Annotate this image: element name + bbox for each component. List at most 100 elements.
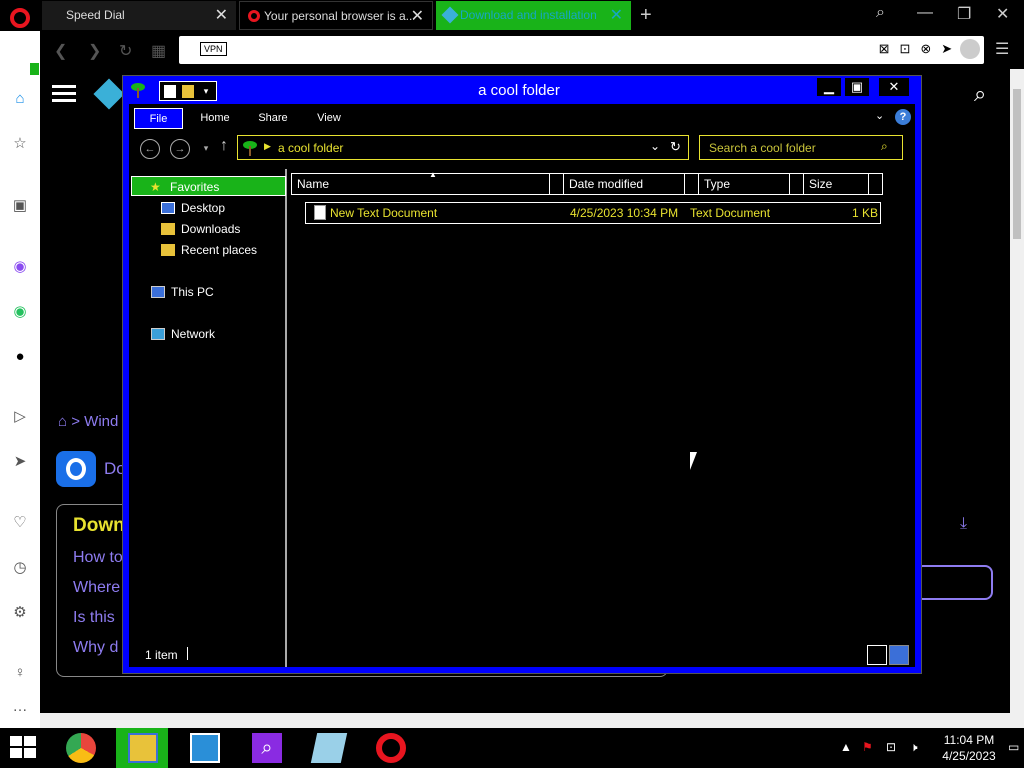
reload-icon[interactable]: ↻	[119, 41, 132, 61]
tab-speed-dial[interactable]: Speed Dial ✕	[42, 1, 236, 30]
tab-view[interactable]: View	[307, 108, 351, 129]
show-hidden-icons-icon[interactable]: ▲	[840, 740, 852, 754]
whatsapp-icon[interactable]: ◉	[10, 302, 30, 322]
network-tray-icon[interactable]: ⊡	[886, 740, 896, 754]
shopping-bag-icon[interactable]: ▣	[10, 196, 30, 216]
nav-item-downloads[interactable]: Downloads	[159, 219, 240, 239]
nav-item-desktop[interactable]: Desktop	[159, 198, 225, 218]
back-arrow-icon[interactable]: ←	[140, 139, 160, 159]
nav-item-recent-places[interactable]: Recent places	[159, 240, 257, 260]
download-icon[interactable]: ⤓	[960, 515, 967, 533]
taskbar-opera[interactable]	[364, 728, 416, 768]
forward-arrow-icon[interactable]: →	[170, 139, 190, 159]
address-dropdown-icon[interactable]: ⌄	[650, 139, 660, 153]
column-date-modified[interactable]: Date modified	[564, 174, 685, 194]
search-icon[interactable]: ⌕	[881, 139, 888, 154]
address-bar[interactable]: ▶ a cool folder ⌄ ↻	[237, 135, 689, 160]
home-icon[interactable]: ⌂	[10, 89, 30, 109]
faq-question[interactable]: Where	[73, 579, 120, 597]
vertical-scrollbar[interactable]	[1010, 69, 1024, 728]
send-icon[interactable]: ➤	[10, 452, 30, 472]
scrollbar-thumb[interactable]	[1013, 89, 1021, 239]
messenger-icon[interactable]: ◉	[10, 257, 30, 277]
new-tab-icon[interactable]: +	[640, 4, 652, 27]
tab-home[interactable]: Home	[193, 108, 237, 129]
nav-item-this-pc[interactable]: This PC	[149, 282, 214, 302]
restore-icon[interactable]: ❐	[957, 4, 971, 24]
minimize-icon[interactable]: —	[917, 4, 933, 22]
column-size[interactable]: Size	[804, 174, 869, 194]
tab-share[interactable]: Share	[251, 108, 295, 129]
tips-bulb-icon[interactable]: ♀	[10, 663, 30, 683]
site-logo[interactable]	[93, 78, 125, 110]
opera-menu-icon[interactable]	[10, 8, 30, 28]
path-chevron-icon[interactable]: ▶	[264, 141, 271, 152]
more-dots-icon[interactable]: …	[10, 697, 30, 717]
help-icon[interactable]: ?	[895, 109, 911, 125]
window-titlebar[interactable]: ▾ a cool folder ▁ ▣ ✕	[123, 76, 921, 104]
recent-locations-icon[interactable]: ▾	[196, 139, 216, 159]
refresh-icon[interactable]: ↻	[670, 139, 681, 155]
nav-item-favorites[interactable]: ★ Favorites	[131, 176, 286, 196]
system-clock[interactable]: 11:04 PM 4/25/2023	[934, 732, 1004, 764]
tab-file[interactable]: File	[134, 108, 183, 129]
app-logo-icon	[56, 451, 96, 487]
close-icon[interactable]: ✕	[610, 1, 623, 30]
url-field[interactable]: VPN ⊠⊡⊗➤◙	[179, 36, 984, 64]
forward-icon[interactable]: ❯	[88, 41, 101, 61]
tab-personal-browser[interactable]: Your personal browser is a... ✕	[239, 1, 433, 30]
expand-ribbon-icon[interactable]: ⌄	[875, 109, 884, 122]
column-name[interactable]: Name	[292, 174, 550, 194]
back-icon[interactable]: ❮	[54, 41, 67, 61]
horizontal-scrollbar[interactable]	[40, 713, 1010, 728]
file-row[interactable]: New Text Document 4/25/2023 10:34 PM Tex…	[305, 202, 881, 224]
close-icon[interactable]: ✕	[411, 2, 424, 29]
close-window-icon[interactable]: ✕	[996, 4, 1009, 24]
tabs-grid-icon[interactable]: ▦	[151, 41, 166, 61]
action-center-flag-icon[interactable]: ⚑	[862, 740, 873, 754]
notifications-icon[interactable]: ▭	[1008, 740, 1019, 754]
nav-item-network[interactable]: Network	[149, 324, 215, 344]
close-button[interactable]: ✕	[879, 78, 909, 96]
faq-question[interactable]: Why d	[73, 639, 118, 657]
hamburger-menu-icon[interactable]	[52, 85, 76, 88]
search-tabs-icon[interactable]: ⌕	[876, 4, 885, 22]
close-icon[interactable]: ✕	[215, 1, 228, 30]
start-button[interactable]	[10, 736, 38, 760]
file-name[interactable]: New Text Document	[330, 203, 437, 223]
breadcrumb[interactable]: ⌂ > Wind	[58, 413, 118, 430]
tiktok-icon[interactable]: ●	[10, 347, 30, 367]
minimize-button[interactable]: ▁	[817, 78, 841, 96]
taskbar-chrome[interactable]	[54, 728, 106, 768]
vpn-badge[interactable]: VPN	[200, 42, 227, 56]
heart-icon[interactable]: ♡	[10, 513, 30, 533]
taskbar-file-explorer[interactable]	[116, 728, 168, 768]
history-clock-icon[interactable]: ◷	[10, 558, 30, 578]
faq-question[interactable]: Is this	[73, 609, 115, 627]
column-type[interactable]: Type	[685, 174, 790, 194]
search-input[interactable]: Search a cool folder ⌕	[699, 135, 903, 160]
taskbar-notepad[interactable]	[302, 728, 354, 768]
taskbar-photos[interactable]	[178, 728, 230, 768]
easy-setup-icon[interactable]: ☰	[995, 39, 1009, 59]
details-view-icon[interactable]	[867, 645, 887, 665]
status-divider	[187, 647, 188, 660]
large-icons-view-icon[interactable]	[889, 645, 909, 665]
faq-question[interactable]: How to	[73, 549, 123, 567]
explorer-body: File Home Share View ⌄ ? ← → ▾ ↑ ▶ a coo…	[129, 104, 915, 667]
settings-gear-icon[interactable]: ⚙	[10, 603, 30, 623]
bookmark-star-icon[interactable]: ☆	[10, 134, 30, 154]
profile-avatar[interactable]	[960, 39, 980, 59]
volume-muted-icon[interactable]: 🕨	[910, 740, 918, 755]
player-icon[interactable]: ▷	[10, 407, 30, 427]
breadcrumb-item[interactable]: Wind	[84, 413, 118, 430]
maximize-button[interactable]: ▣	[845, 78, 869, 96]
up-arrow-icon[interactable]: ↑	[220, 137, 228, 155]
tree-icon	[243, 141, 257, 156]
search-icon[interactable]: ⌕	[974, 81, 986, 107]
taskbar-search-app[interactable]: ⌕	[240, 728, 292, 768]
address-path[interactable]: a cool folder	[278, 141, 343, 155]
page-button[interactable]	[915, 565, 993, 600]
tab-download-installation[interactable]: Download and installation ✕	[436, 1, 631, 30]
home-icon[interactable]: ⌂	[58, 413, 67, 430]
